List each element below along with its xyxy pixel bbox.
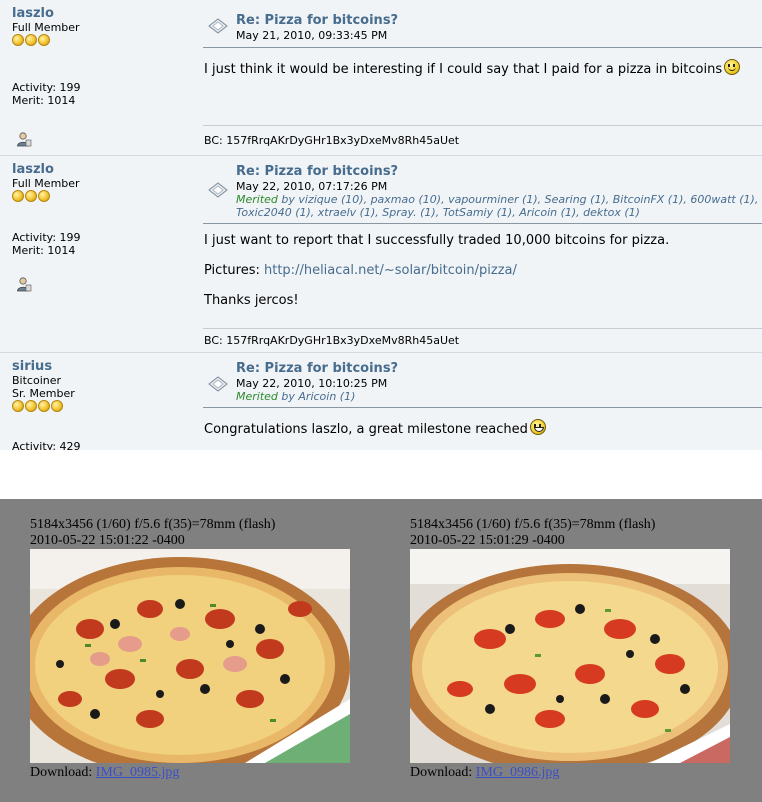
rank-stars xyxy=(12,400,192,413)
header-divider xyxy=(203,223,762,224)
download-row: Download: IMG_0986.jpg xyxy=(410,765,560,780)
photo-exif: 5184x3456 (1/60) f/5.6 f(35)=78mm (flash… xyxy=(30,517,276,532)
post-body: I just think it would be interesting if … xyxy=(204,59,741,78)
post-body-line: Thanks jercos! xyxy=(204,293,299,308)
grin-icon xyxy=(529,419,546,435)
poster-info: sirius Bitcoiner Sr. Member xyxy=(12,359,192,413)
photo-card: 5184x3456 (1/60) f/5.6 f(35)=78mm (flash… xyxy=(30,499,380,780)
forum-thread: laszlo Full Member Activity: 199 Merit: … xyxy=(0,0,762,450)
pizza-photo[interactable] xyxy=(410,549,730,763)
poster-info: laszlo Full Member xyxy=(12,6,192,47)
xpost-icon xyxy=(208,18,228,34)
poster-name[interactable]: laszlo xyxy=(12,6,192,21)
header-divider xyxy=(203,407,762,408)
post-subject[interactable]: Re: Pizza for bitcoins? xyxy=(236,164,398,179)
merit-line: Merited by Aricoin (1) xyxy=(236,390,356,403)
rank-stars xyxy=(12,34,192,47)
rank-stars xyxy=(12,190,192,203)
poster-rank: Full Member xyxy=(12,21,80,34)
merit-line[interactable]: Toxic2040 (1), xtraelv (1), Spray. (1), … xyxy=(236,206,640,219)
pizza-photo[interactable] xyxy=(30,549,350,763)
xpost-icon xyxy=(208,376,228,392)
download-row: Download: IMG_0985.jpg xyxy=(30,765,180,780)
forum-post: laszlo Full Member Activity: 199 Merit: … xyxy=(0,0,762,155)
post-date: May 21, 2010, 09:33:45 PM xyxy=(236,29,388,42)
post-body: Congratulations laszlo, a great mileston… xyxy=(204,419,546,438)
poster-info: laszlo Full Member xyxy=(12,162,192,203)
download-link[interactable]: IMG_0985.jpg xyxy=(96,765,180,780)
merit-count: Merit: 1014 xyxy=(12,94,76,107)
signature: BC: 157fRrqAKrDyGHr1Bx3yDxeMv8Rh45aUet xyxy=(204,334,460,347)
photo-card: 5184x3456 (1/60) f/5.6 f(35)=78mm (flash… xyxy=(410,499,760,780)
poster-stats: Activity: 199 Merit: 1014 xyxy=(12,231,81,257)
merit-count: Merit: 1014 xyxy=(12,244,76,257)
activity-count: Activity: 199 xyxy=(12,81,81,94)
signature-divider xyxy=(203,125,762,126)
post-body-line: Pictures: http://heliacal.net/~solar/bit… xyxy=(204,263,517,278)
poster-stats: Activity: 199 Merit: 1014 xyxy=(12,81,81,107)
poster-rank: Full Member xyxy=(12,177,80,190)
activity-count: Activity: 199 xyxy=(12,231,81,244)
header-divider xyxy=(203,47,762,48)
photo-timestamp: 2010-05-22 15:01:29 -0400 xyxy=(410,533,565,548)
download-link[interactable]: IMG_0986.jpg xyxy=(476,765,560,780)
forum-post: sirius Bitcoiner Sr. Member Activity: 42… xyxy=(0,352,762,450)
xpost-icon xyxy=(208,182,228,198)
profile-icon[interactable] xyxy=(16,131,32,147)
post-body-line: I just want to report that I successfull… xyxy=(204,233,670,248)
post-date: May 22, 2010, 10:10:25 PM xyxy=(236,377,388,390)
pizza-gallery: 5184x3456 (1/60) f/5.6 f(35)=78mm (flash… xyxy=(0,499,762,802)
merit-line: Merited by vizique (10), paxmao (10), va… xyxy=(236,193,759,206)
smiley-icon xyxy=(724,59,741,75)
signature-divider xyxy=(203,328,762,329)
photo-exif: 5184x3456 (1/60) f/5.6 f(35)=78mm (flash… xyxy=(410,517,656,532)
pictures-link[interactable]: http://heliacal.net/~solar/bitcoin/pizza… xyxy=(264,263,517,278)
post-date: May 22, 2010, 07:17:26 PM xyxy=(236,180,388,193)
photo-timestamp: 2010-05-22 15:01:22 -0400 xyxy=(30,533,185,548)
forum-post: laszlo Full Member Activity: 199 Merit: … xyxy=(0,155,762,353)
poster-stats: Activity: 429 xyxy=(12,440,81,450)
poster-rank: Sr. Member xyxy=(12,387,75,400)
signature: BC: 157fRrqAKrDyGHr1Bx3yDxeMv8Rh45aUet xyxy=(204,134,460,147)
post-subject[interactable]: Re: Pizza for bitcoins? xyxy=(236,361,398,376)
activity-count: Activity: 429 xyxy=(12,440,81,450)
poster-name[interactable]: laszlo xyxy=(12,162,192,177)
profile-icon[interactable] xyxy=(16,276,32,292)
post-subject[interactable]: Re: Pizza for bitcoins? xyxy=(236,13,398,28)
poster-title: Bitcoiner xyxy=(12,374,62,387)
poster-name[interactable]: sirius xyxy=(12,359,192,374)
